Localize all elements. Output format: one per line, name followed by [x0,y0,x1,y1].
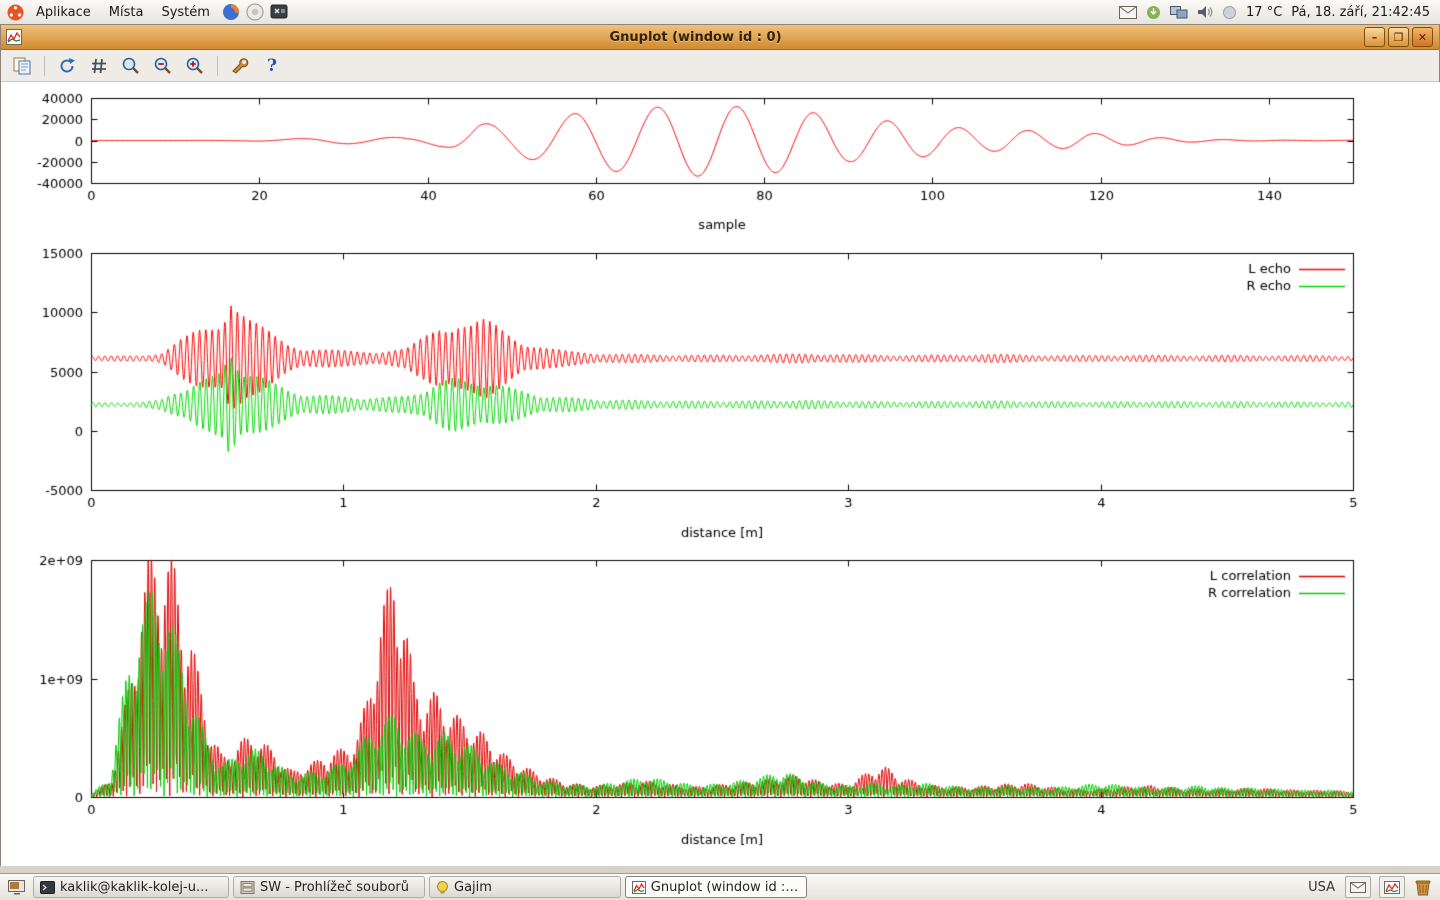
plot-area [1,82,1440,868]
menu-applications-label: Aplikace [36,5,91,20]
settings-wrench-button[interactable] [227,53,253,79]
update-notifier-icon[interactable] [1146,5,1161,20]
help-question-glyph: ? [267,56,277,76]
keyboard-layout-indicator[interactable]: USA [1306,880,1337,895]
gnuplot-window-icon [5,28,23,46]
menu-applications[interactable]: Aplikace [28,3,99,22]
panel-tray: 17 °C Pá, 18. září, 21:42:45 [1119,5,1436,20]
help-button[interactable]: ? [259,53,285,79]
firefox-launcher-icon[interactable] [220,1,242,23]
titlebar[interactable]: Gnuplot (window id : 0) – ❐ ✕ [1,25,1439,50]
menu-places[interactable]: Místa [101,3,152,22]
gnuplot-window: Gnuplot (window id : 0) – ❐ ✕ [0,24,1440,874]
menu-system[interactable]: Systém [153,3,217,22]
minimize-button[interactable]: – [1364,27,1385,47]
top-panel: Aplikace Místa Systém 17 °C Pá, 18. září… [0,0,1440,25]
help-launcher-icon[interactable] [244,1,266,23]
file-cabinet-icon [240,881,255,894]
copy-to-clipboard-button[interactable] [9,53,35,79]
taskbar-button-terminal[interactable]: kaklik@kaklik-kolej-u... [33,876,229,898]
toggle-grid-button[interactable] [86,53,112,79]
zoom-previous-button[interactable] [150,53,176,79]
gnuplot-plot-canvas[interactable] [1,82,1440,868]
volume-icon[interactable] [1197,5,1213,19]
gajim-bulb-icon [436,881,449,894]
terminal-icon [40,881,55,894]
taskbar-button-gajim[interactable]: Gajim [429,876,621,898]
window-title: Gnuplot (window id : 0) [27,30,1364,45]
taskbar-button-gnuplot[interactable]: Gnuplot (window id : 0) [625,876,807,898]
temperature-applet[interactable]: 17 °C [1246,5,1282,20]
clock-applet[interactable]: Pá, 18. září, 21:42:45 [1291,5,1430,20]
trash-icon[interactable] [1413,878,1433,897]
replot-button[interactable] [54,53,80,79]
gnuplot-icon [632,881,646,894]
taskbar-button-label: Gnuplot (window id : 0) [651,880,800,895]
gnuplot-toolbar: ? [1,50,1439,82]
taskbar-button-file-browser[interactable]: SW - Prohlížeč souborů [233,876,425,898]
screenshot-launcher-icon[interactable] [268,1,290,23]
menu-system-label: Systém [161,5,209,20]
zoom-next-button[interactable] [182,53,208,79]
gnuplot-tray-icon[interactable] [1379,876,1405,898]
taskbar-button-label: SW - Prohlížeč souborů [260,880,409,895]
mail-notify-icon[interactable] [1119,6,1137,19]
menu-places-label: Místa [109,5,144,20]
toolbar-separator [44,56,45,76]
close-button[interactable]: ✕ [1412,27,1433,47]
window-controls: – ❐ ✕ [1364,27,1433,47]
mail-tray-icon[interactable] [1345,876,1371,898]
weather-icon[interactable] [1222,5,1237,20]
network-monitor-icon[interactable] [1170,6,1188,19]
taskbar-button-label: kaklik@kaklik-kolej-u... [60,880,208,895]
distributor-logo-icon[interactable] [4,1,26,23]
maximize-button[interactable]: ❐ [1388,27,1409,47]
taskbar-tray: USA [1306,876,1437,898]
zoom-region-button[interactable] [118,53,144,79]
taskbar-button-label: Gajim [454,880,492,895]
taskbar: kaklik@kaklik-kolej-u... SW - Prohlížeč … [0,873,1440,900]
show-desktop-button[interactable] [3,875,29,899]
toolbar-separator [217,56,218,76]
